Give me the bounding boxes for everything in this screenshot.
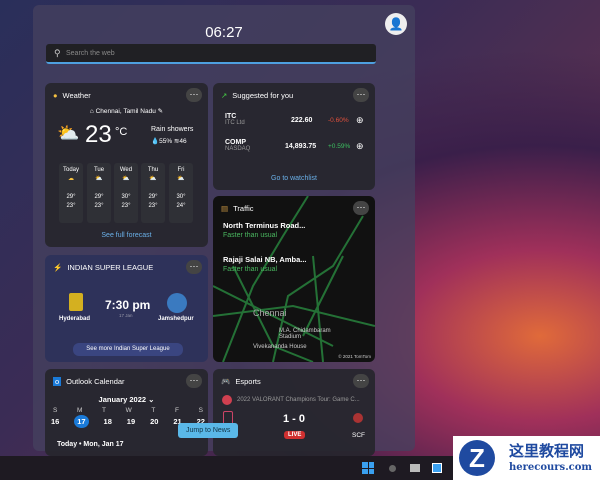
outlook-icon: o bbox=[53, 377, 62, 386]
profile-avatar-icon[interactable]: 👤 bbox=[385, 13, 407, 35]
event-title[interactable]: 2022 VALORANT Champions Tour: Game C... bbox=[237, 397, 360, 403]
more-options-button[interactable]: ⋯ bbox=[353, 201, 369, 215]
forecast-day[interactable]: Tue ⛅ 29° 23° bbox=[87, 163, 111, 223]
jamshedpur-crest-icon bbox=[167, 293, 187, 313]
location-label: Chennai, Tamil Nadu bbox=[95, 108, 156, 115]
more-options-button[interactable]: ⋯ bbox=[186, 374, 202, 388]
match-time: 7:30 pm bbox=[105, 298, 151, 312]
watermark-url: herecours.com bbox=[509, 462, 593, 473]
isl-logo-icon: ⚡ bbox=[53, 263, 63, 272]
stock-change: +0.59% bbox=[328, 143, 351, 150]
weather-location[interactable]: ⌂ Chennai, Tamil Nadu ✎ bbox=[45, 107, 208, 115]
see-full-forecast-link[interactable]: See full forecast bbox=[45, 232, 208, 239]
month-selector[interactable]: January 2022 ⌄ bbox=[45, 395, 208, 404]
card-title: Suggested for you bbox=[232, 91, 294, 100]
temp-unit: °C bbox=[115, 126, 128, 138]
card-title: Traffic bbox=[233, 204, 254, 213]
search-input[interactable]: ⚲ Search the web bbox=[46, 44, 376, 64]
card-title: Outlook Calendar bbox=[66, 377, 125, 386]
today-label: Today • Mon, Jan 17 bbox=[57, 441, 124, 448]
traffic-icon: ▤ bbox=[221, 204, 229, 213]
jump-to-news-button[interactable]: Jump to News bbox=[178, 423, 239, 438]
date-cell[interactable]: 18 bbox=[104, 417, 112, 428]
weather-sun-icon: ● bbox=[53, 91, 58, 100]
isl-card[interactable]: ⚡ INDIAN SUPER LEAGUE ⋯ Hyderabad 7:30 pm… bbox=[45, 255, 208, 362]
start-button[interactable] bbox=[362, 462, 374, 474]
match-date: 17 Jan bbox=[119, 313, 133, 318]
cloud-rain-icon: ⛅ bbox=[57, 123, 80, 143]
team2-logo-icon bbox=[353, 413, 363, 423]
team2-name: SCF bbox=[352, 432, 365, 439]
map-label: Chennai bbox=[253, 308, 287, 318]
add-watchlist-icon[interactable]: ⊕ bbox=[356, 115, 364, 126]
route-name: Rajaji Salai NB, Amba... bbox=[223, 255, 307, 264]
watermark-text: 这里教程网 bbox=[509, 442, 585, 460]
card-title: INDIAN SUPER LEAGUE bbox=[67, 263, 154, 272]
route-status: Faster than usual bbox=[223, 266, 278, 273]
forecast-day[interactable]: Thu ⛅ 29° 23° bbox=[141, 163, 165, 223]
stock-price: 14,893.75 bbox=[285, 143, 317, 150]
date-cell[interactable]: 19 bbox=[127, 417, 135, 428]
task-view-icon[interactable] bbox=[410, 464, 420, 472]
gamepad-icon: 🎮 bbox=[221, 377, 231, 386]
more-options-button[interactable]: ⋯ bbox=[353, 88, 369, 102]
watermark-logo: Z 这里教程网 herecours.com bbox=[453, 436, 600, 480]
route-status: Faster than usual bbox=[223, 232, 278, 239]
map-label: Vivekananda House bbox=[253, 344, 307, 350]
stocks-card[interactable]: ↗ Suggested for you ⋯ ITC ITC Ltd 222.60 -… bbox=[213, 83, 375, 190]
stock-change: -0.60% bbox=[328, 117, 349, 124]
search-taskbar-icon[interactable] bbox=[389, 465, 396, 472]
stocks-chart-icon: ↗ bbox=[221, 91, 228, 100]
calendar-card[interactable]: o Outlook Calendar ⋯ January 2022 ⌄ SMTWT… bbox=[45, 369, 208, 456]
map-copyright: © 2021 TomTom bbox=[338, 354, 371, 359]
valorant-icon bbox=[222, 395, 232, 405]
forecast-day[interactable]: Wed ⛅ 30° 23° bbox=[114, 163, 138, 223]
more-options-button[interactable]: ⋯ bbox=[353, 374, 369, 388]
widgets-icon[interactable] bbox=[432, 463, 442, 473]
home-team: Hyderabad bbox=[59, 316, 91, 322]
search-icon: ⚲ bbox=[54, 48, 61, 58]
match-score: 1 - 0 bbox=[283, 413, 306, 425]
route-name: North Terminus Road... bbox=[223, 221, 306, 230]
stock-row[interactable]: ITC ITC Ltd bbox=[225, 113, 245, 126]
add-watchlist-icon[interactable]: ⊕ bbox=[356, 141, 364, 152]
traffic-card[interactable]: ▤ Traffic ⋯ North Terminus Road... Faster… bbox=[213, 196, 375, 362]
map-label: M.A. Chidambaram Stadium bbox=[279, 328, 331, 340]
card-title: Weather bbox=[62, 91, 91, 100]
go-to-watchlist-link[interactable]: Go to watchlist bbox=[213, 175, 375, 182]
card-title: Esports bbox=[235, 377, 261, 386]
live-badge: LIVE bbox=[284, 431, 306, 439]
weather-card[interactable]: ● Weather ⋯ ⌂ Chennai, Tamil Nadu ✎ ⛅ 23 … bbox=[45, 83, 208, 247]
temperature: 23 bbox=[85, 121, 112, 148]
date-cell[interactable]: 20 bbox=[150, 417, 158, 428]
humidity-aqi: 💧55% ≋46 bbox=[151, 138, 187, 145]
forecast-day[interactable]: Fri ⛅ 30° 24° bbox=[169, 163, 193, 223]
date-cell[interactable]: 16 bbox=[51, 417, 59, 428]
clock: 06:27 bbox=[205, 24, 243, 41]
search-placeholder: Search the web bbox=[66, 50, 115, 57]
more-options-button[interactable]: ⋯ bbox=[186, 88, 202, 102]
see-more-isl-button[interactable]: See more Indian Super League bbox=[73, 343, 183, 356]
date-cell-today[interactable]: 17 bbox=[74, 415, 89, 428]
away-team: Jamshedpur bbox=[158, 316, 194, 322]
hyderabad-crest-icon bbox=[69, 293, 83, 311]
esports-card[interactable]: 🎮 Esports ⋯ 2022 VALORANT Champions Tour:… bbox=[213, 369, 375, 456]
more-options-button[interactable]: ⋯ bbox=[186, 260, 202, 274]
stock-price: 222.60 bbox=[291, 117, 313, 124]
forecast-day[interactable]: Today ☁ 29° 23° bbox=[59, 163, 83, 223]
condition: Rain showers bbox=[151, 126, 194, 133]
stock-row[interactable]: COMP NASDAQ bbox=[225, 139, 250, 152]
weekday-row: SMTWTFS bbox=[53, 407, 203, 414]
watermark-z-icon: Z bbox=[459, 440, 495, 476]
